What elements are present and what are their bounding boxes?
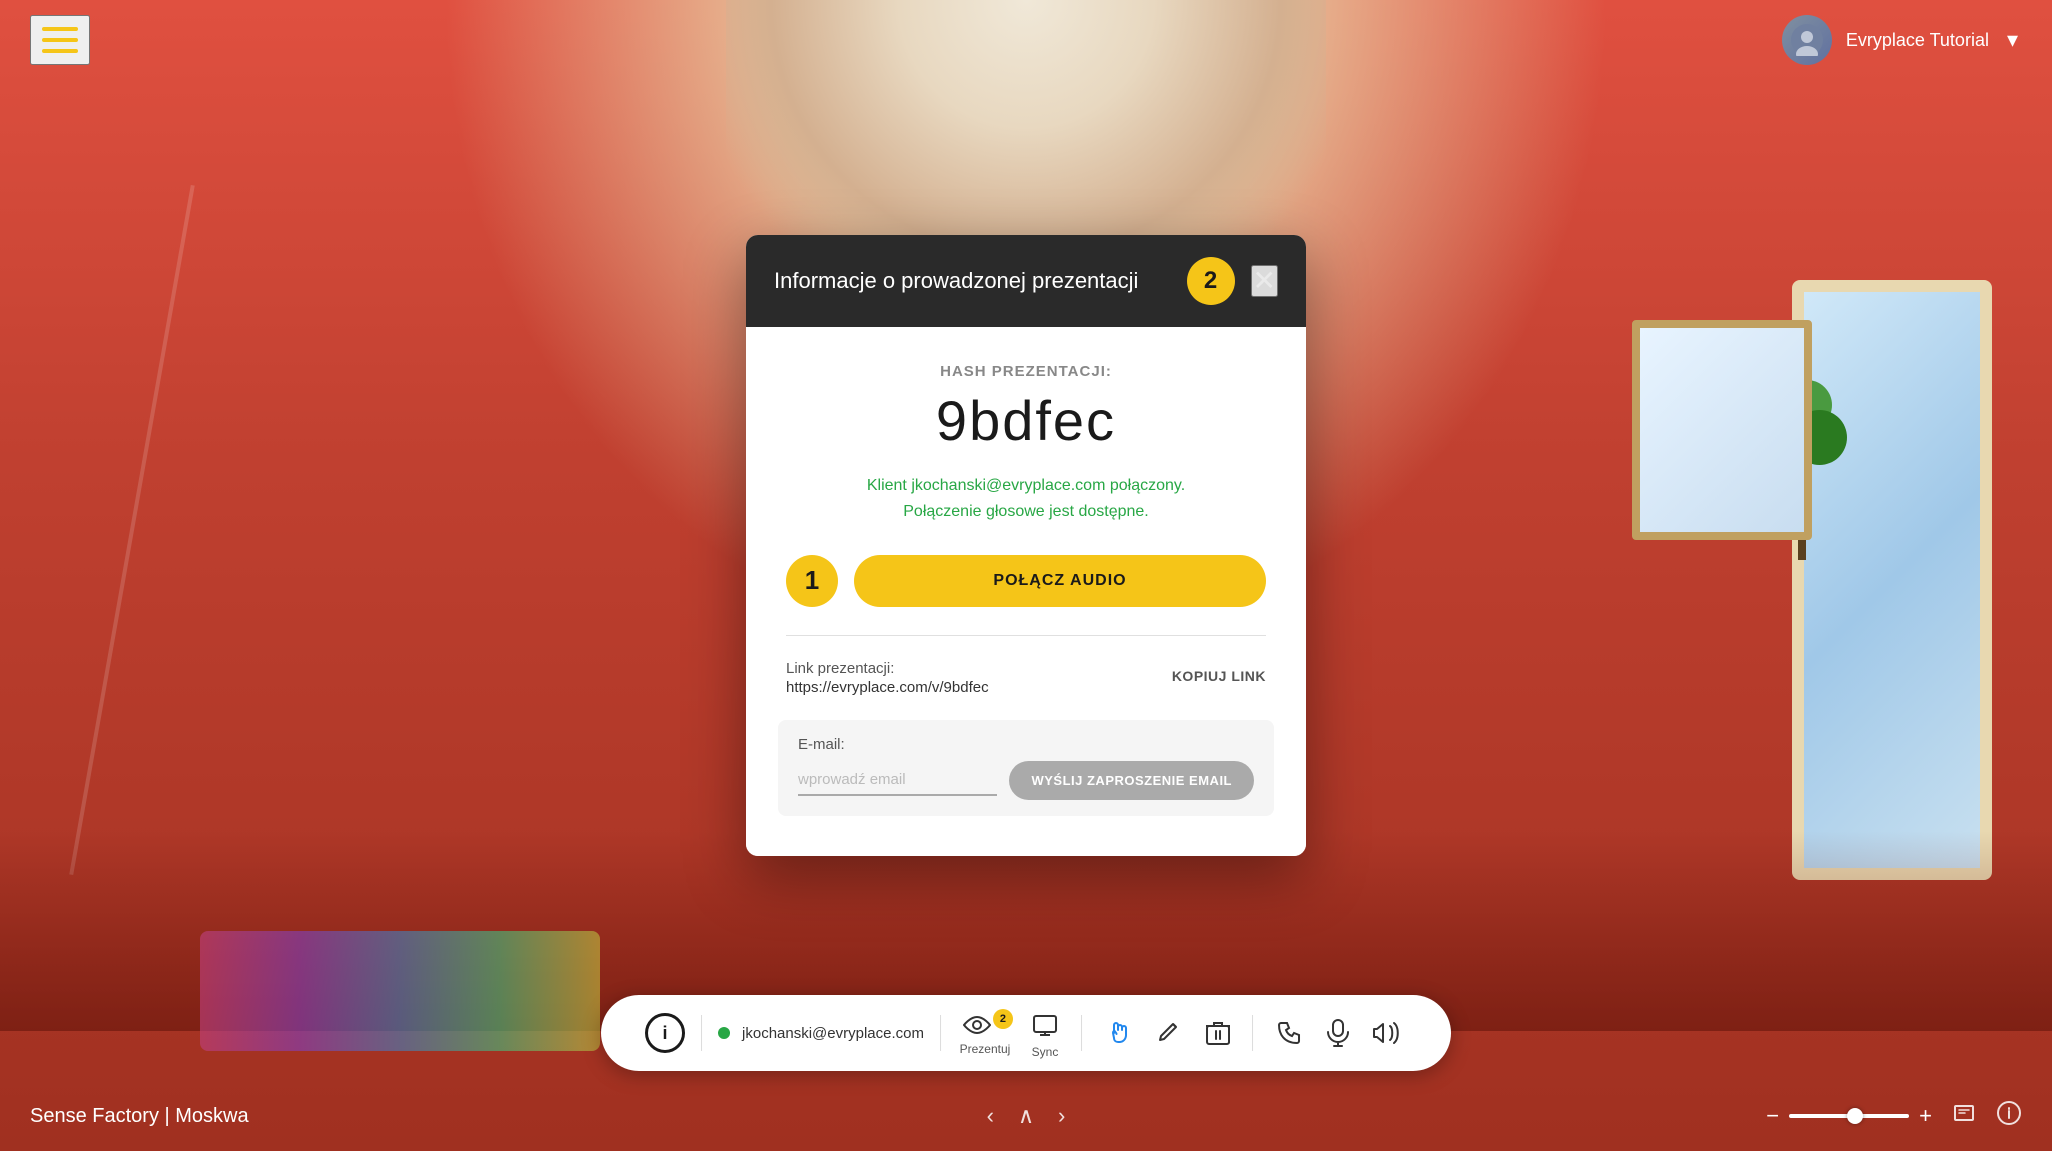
email-label: E-mail:: [798, 736, 1254, 753]
wall-line: [69, 185, 194, 875]
arrow-up-button[interactable]: ∧: [1014, 1099, 1038, 1133]
zoom-slider[interactable]: [1789, 1114, 1909, 1118]
modal-header-right: 2 ✕: [1187, 257, 1278, 305]
arrow-right-button[interactable]: ›: [1054, 1099, 1069, 1133]
email-section: E-mail: WYŚLIJ ZAPROSZENIE EMAIL: [778, 720, 1274, 816]
email-row: WYŚLIJ ZAPROSZENIE EMAIL: [798, 761, 1254, 800]
email-input[interactable]: [798, 765, 997, 796]
hamburger-line-1: [42, 27, 78, 31]
modal-title: Informacje o prowadzonej prezentacji: [774, 268, 1138, 294]
volume-icon: [1373, 1021, 1401, 1045]
trash-button[interactable]: [1200, 1014, 1236, 1052]
connection-status-line1: Klient jkochanski@evryplace.com połączon…: [786, 473, 1266, 499]
trash-icon: [1206, 1020, 1230, 1046]
sync-group: Sync: [1025, 1007, 1065, 1059]
user-email-label: jkochanski@evryplace.com: [742, 1025, 924, 1042]
sync-label: Sync: [1032, 1045, 1059, 1059]
hash-label: HASH PREZENTACJI:: [786, 363, 1266, 380]
phone-icon: [1275, 1019, 1303, 1047]
toolbar-section-info: i: [629, 1013, 701, 1053]
present-label: Prezentuj: [960, 1042, 1011, 1056]
sync-button[interactable]: [1025, 1007, 1065, 1043]
modal-close-button[interactable]: ✕: [1251, 265, 1278, 297]
presentation-info-modal: Informacje o prowadzonej prezentacji 2 ✕…: [746, 235, 1306, 855]
fullscreen-button[interactable]: [1952, 1101, 1976, 1131]
tour-dropdown-button[interactable]: ▾: [2003, 23, 2022, 57]
arrow-left-button[interactable]: ‹: [983, 1099, 998, 1133]
bottom-info-icon: [1996, 1100, 2022, 1126]
fullscreen-icon: [1952, 1101, 1976, 1125]
eye-button[interactable]: [957, 1010, 997, 1040]
audio-row: 1 POŁĄCZ AUDIO: [786, 555, 1266, 607]
hamburger-line-2: [42, 38, 78, 42]
toolbar-section-present: 2 Prezentuj Sync: [941, 1007, 1081, 1059]
eye-icon: [963, 1016, 991, 1034]
bottom-toolbar: i jkochanski@evryplace.com 2 Prezentuj: [601, 995, 1451, 1071]
info-button[interactable]: i: [645, 1013, 685, 1053]
zoom-slider-thumb: [1847, 1108, 1863, 1124]
navigation-arrows: ‹ ∧ ›: [983, 1099, 1070, 1133]
link-left: Link prezentacji: https://evryplace.com/…: [786, 660, 1172, 696]
present-icons-row: 2: [957, 1010, 1013, 1040]
microphone-button[interactable]: [1321, 1013, 1355, 1053]
window: [1632, 320, 1812, 540]
zoom-control: − +: [1766, 1103, 1932, 1129]
bottom-info-button[interactable]: [1996, 1100, 2022, 1132]
zoom-plus-button[interactable]: +: [1919, 1103, 1932, 1129]
mirror: [1792, 280, 1992, 880]
hand-icon: [1104, 1019, 1132, 1047]
toolbar-section-user: jkochanski@evryplace.com: [702, 1025, 940, 1042]
link-url: https://evryplace.com/v/9bdfec: [786, 679, 1172, 696]
sync-icon: [1031, 1013, 1059, 1037]
volume-button[interactable]: [1367, 1015, 1407, 1051]
pencil-button[interactable]: [1150, 1014, 1188, 1052]
bottom-status-bar: Sense Factory | Moskwa ‹ ∧ › − +: [0, 1081, 2052, 1151]
connection-status: Klient jkochanski@evryplace.com połączon…: [786, 473, 1266, 524]
zoom-minus-button[interactable]: −: [1766, 1103, 1779, 1129]
tour-name-label: Evryplace Tutorial: [1846, 30, 1989, 51]
modal-header: Informacje o prowadzonej prezentacji 2 ✕: [746, 235, 1306, 327]
link-row: Link prezentacji: https://evryplace.com/…: [786, 660, 1266, 696]
hamburger-line-3: [42, 49, 78, 53]
toolbar-section-communication: [1253, 1013, 1423, 1053]
hash-value: 9bdfec: [786, 388, 1266, 453]
hand-button[interactable]: [1098, 1013, 1138, 1053]
present-count-badge: 2: [993, 1009, 1013, 1029]
copy-link-button[interactable]: KOPIUJ LINK: [1172, 664, 1266, 688]
send-email-button[interactable]: WYŚLIJ ZAPROSZENIE EMAIL: [1009, 761, 1254, 800]
microphone-icon: [1327, 1019, 1349, 1047]
top-nav-right: Evryplace Tutorial ▾: [1782, 15, 2022, 65]
connect-audio-button[interactable]: POŁĄCZ AUDIO: [854, 555, 1266, 607]
step-badge-1: 1: [786, 555, 838, 607]
present-group: 2 Prezentuj: [957, 1010, 1013, 1056]
top-navigation: Evryplace Tutorial ▾: [0, 0, 2052, 80]
status-right: − +: [1766, 1100, 2022, 1132]
connection-status-line2: Połączenie głosowe jest dostępne.: [786, 499, 1266, 525]
link-label: Link prezentacji:: [786, 660, 1172, 677]
user-online-dot: [718, 1027, 730, 1039]
divider: [786, 635, 1266, 636]
textile: [200, 931, 600, 1051]
step-badge-2: 2: [1187, 257, 1235, 305]
hamburger-button[interactable]: [30, 15, 90, 65]
info-icon: i: [663, 1023, 668, 1044]
status-title: Sense Factory | Moskwa: [30, 1105, 249, 1128]
link-section: Link prezentacji: https://evryplace.com/…: [786, 660, 1266, 696]
tour-avatar: [1782, 15, 1832, 65]
pencil-icon: [1156, 1020, 1182, 1046]
modal-body: HASH PREZENTACJI: 9bdfec Klient jkochans…: [746, 327, 1306, 855]
phone-button[interactable]: [1269, 1013, 1309, 1053]
toolbar-section-tools: [1082, 1013, 1252, 1053]
